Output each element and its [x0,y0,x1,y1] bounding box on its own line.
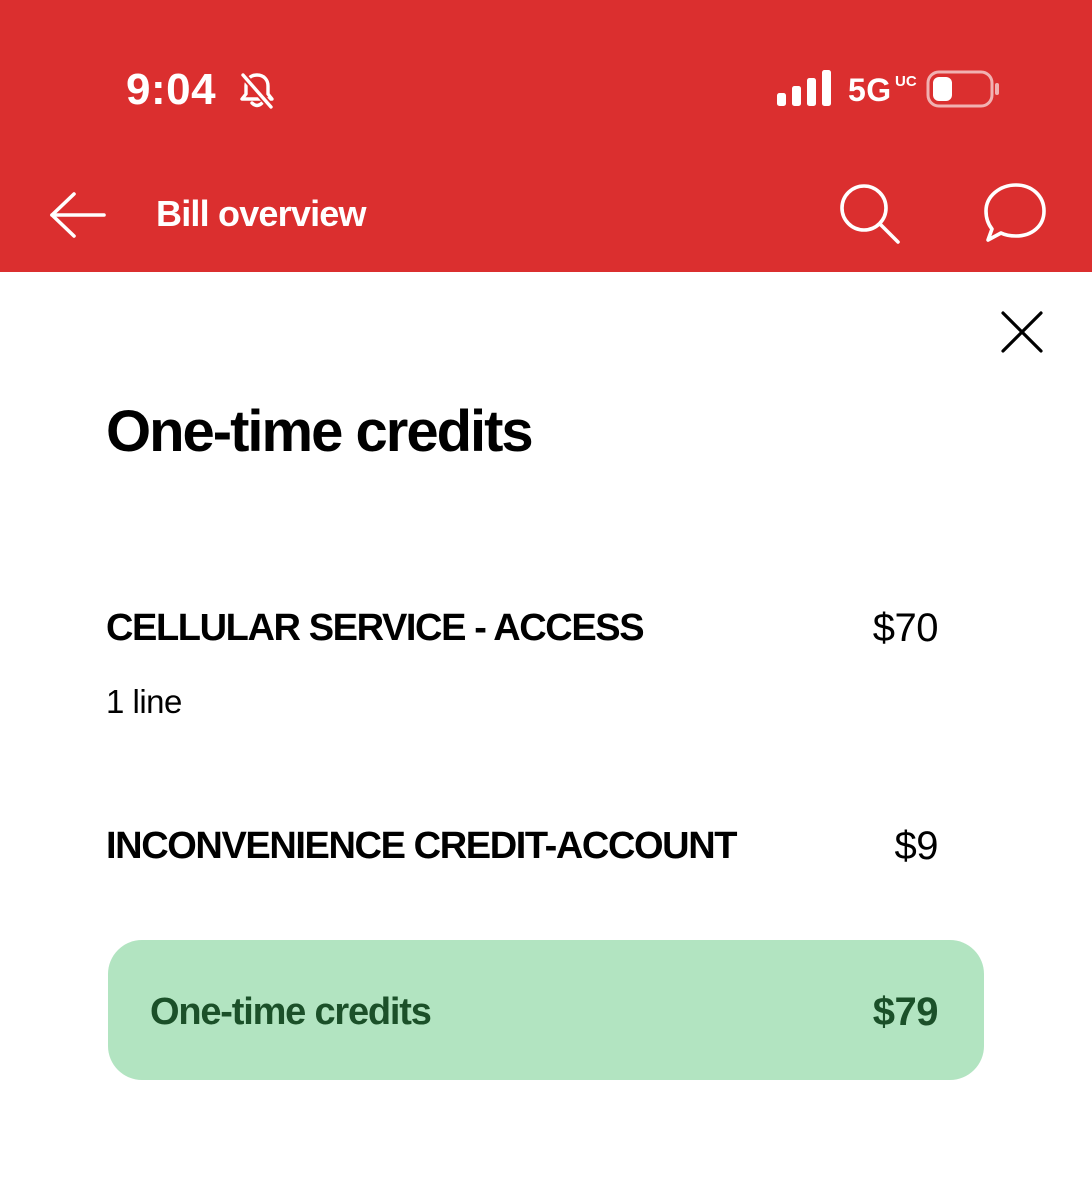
search-icon [840,184,900,244]
network-type-super: UC [895,73,917,90]
chat-bubble-icon [984,183,1046,242]
page-title: Bill overview [156,193,367,234]
close-button[interactable] [990,300,1054,364]
total-label: One-time credits [150,991,432,1033]
network-type: 5G [848,72,892,108]
credit-item-amount: $70 [872,606,939,650]
back-button[interactable] [40,178,114,252]
credit-item-detail: 1 line [106,683,182,720]
battery-icon [926,70,999,108]
credit-item-amount: $9 [894,824,939,868]
total-summary: One-time credits $79 [108,940,984,1080]
status-time: 9:04 [126,65,217,114]
total-amount: $79 [872,990,939,1034]
modal-title: One-time credits [106,399,534,464]
app-header: 9:04 5G UC Bill overview [0,0,1092,272]
back-arrow-icon [50,192,106,238]
search-button[interactable] [832,176,908,252]
cellular-signal-icon [777,70,831,106]
credit-item-name: INCONVENIENCE CREDIT-ACCOUNT [106,825,737,867]
close-icon [1001,311,1043,353]
bell-slash-icon [240,72,274,110]
credit-item-name: CELLULAR SERVICE - ACCESS [106,607,645,649]
chat-button[interactable] [976,176,1056,252]
